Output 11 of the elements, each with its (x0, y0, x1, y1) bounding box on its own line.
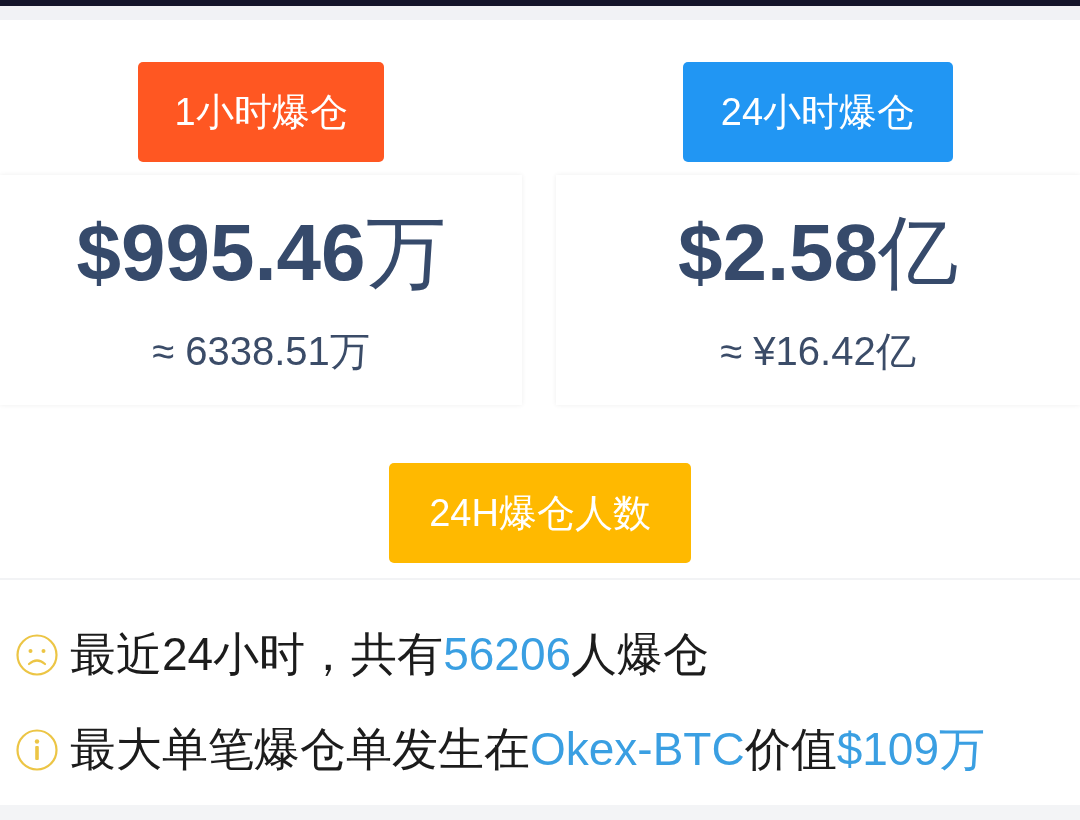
people-count-label: 24H爆仓人数 (389, 463, 691, 563)
fact-text: 最大单笔爆仓单发生在Okex-BTC价值$109万 (70, 721, 986, 777)
converted-amount: ≈ ¥16.42亿 (720, 328, 916, 375)
period-label: 24小时爆仓 (682, 62, 954, 162)
fact-text: 最近24小时，共有56206人爆仓 (70, 626, 710, 682)
liquidation-amount: $995.46万 (76, 209, 446, 297)
sad-face-icon (16, 633, 58, 676)
info-icon (16, 728, 58, 771)
liquidation-amount: $2.58亿 (677, 209, 959, 297)
converted-amount: ≈ 6338.51万 (152, 328, 370, 375)
period-label: 1小时爆仓 (138, 62, 384, 162)
